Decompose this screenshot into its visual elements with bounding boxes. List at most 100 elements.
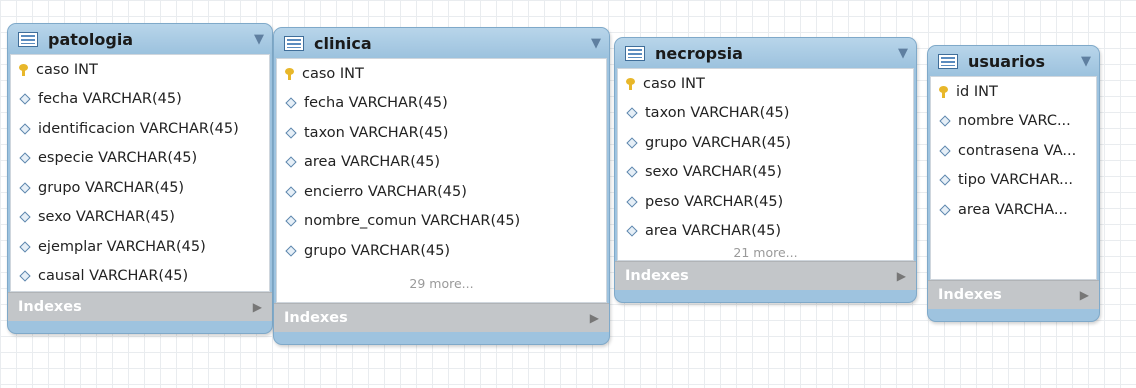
- key-icon: [285, 67, 294, 80]
- table-patologia[interactable]: patologia ▼ caso INT fecha VARCHAR(45) i…: [7, 23, 273, 334]
- dropdown-arrow-icon[interactable]: ▼: [591, 36, 601, 51]
- column-item[interactable]: area VARCHAR(45): [618, 217, 913, 247]
- column-item[interactable]: taxon VARCHAR(45): [618, 99, 913, 129]
- diamond-icon: [285, 245, 297, 257]
- indexes-section[interactable]: Indexes ▶: [615, 261, 916, 290]
- table-name: clinica: [314, 33, 372, 53]
- column-item[interactable]: id INT: [931, 77, 1096, 107]
- diamond-icon: [19, 93, 31, 105]
- column-label: nombre_comun VARCHAR(45): [304, 213, 521, 230]
- column-list: caso INT fecha VARCHAR(45) identificacio…: [10, 54, 270, 292]
- column-item[interactable]: caso INT: [11, 55, 269, 85]
- column-label: sexo VARCHAR(45): [38, 209, 175, 226]
- dropdown-arrow-icon[interactable]: ▼: [254, 32, 264, 47]
- column-item[interactable]: encierro VARCHAR(45): [277, 177, 606, 207]
- column-label: encierro VARCHAR(45): [304, 183, 467, 200]
- column-label: contrasena VA...: [958, 142, 1077, 159]
- diamond-icon: [285, 127, 297, 139]
- column-label: grupo VARCHAR(45): [645, 134, 792, 151]
- table-header[interactable]: patologia ▼: [8, 24, 272, 54]
- more-columns[interactable]: 21 more...: [618, 246, 913, 260]
- column-label: fecha VARCHAR(45): [304, 95, 448, 112]
- play-arrow-icon[interactable]: ▶: [253, 300, 262, 314]
- column-item[interactable]: especie VARCHAR(45): [11, 144, 269, 174]
- column-item[interactable]: nombre VARC...: [931, 107, 1096, 137]
- table-icon: [938, 53, 958, 69]
- table-header[interactable]: clinica ▼: [274, 28, 609, 58]
- key-icon: [939, 85, 948, 98]
- column-label: taxon VARCHAR(45): [304, 124, 449, 141]
- column-list: id INT nombre VARC... contrasena VA... t…: [930, 76, 1097, 280]
- column-label: grupo VARCHAR(45): [304, 242, 451, 259]
- diamond-icon: [626, 196, 638, 208]
- indexes-label: Indexes: [938, 286, 1002, 303]
- play-arrow-icon[interactable]: ▶: [897, 269, 906, 283]
- table-icon: [625, 45, 645, 61]
- indexes-section[interactable]: Indexes ▶: [274, 302, 609, 332]
- column-item[interactable]: fecha VARCHAR(45): [11, 85, 269, 115]
- diamond-icon: [19, 211, 31, 223]
- indexes-section[interactable]: Indexes ▶: [8, 292, 272, 321]
- diamond-icon: [19, 182, 31, 194]
- play-arrow-icon[interactable]: ▶: [590, 311, 599, 325]
- column-label: identificacion VARCHAR(45): [38, 120, 239, 137]
- column-label: area VARCHAR(45): [304, 154, 440, 171]
- diamond-icon: [939, 145, 951, 157]
- column-label: nombre VARC...: [958, 113, 1071, 130]
- column-label: caso INT: [643, 75, 705, 92]
- column-item[interactable]: peso VARCHAR(45): [618, 187, 913, 217]
- column-list: caso INT taxon VARCHAR(45) grupo VARCHAR…: [617, 68, 914, 261]
- diamond-icon: [626, 225, 638, 237]
- indexes-label: Indexes: [625, 268, 689, 284]
- table-name: usuarios: [968, 51, 1045, 71]
- column-label: area VARCHAR(45): [645, 223, 781, 240]
- column-label: grupo VARCHAR(45): [38, 179, 185, 196]
- column-label: sexo VARCHAR(45): [645, 164, 782, 181]
- table-usuarios[interactable]: usuarios ▼ id INT nombre VARC... contras…: [927, 45, 1100, 322]
- diamond-icon: [19, 241, 31, 253]
- column-item[interactable]: identificacion VARCHAR(45): [11, 114, 269, 144]
- table-necropsia[interactable]: necropsia ▼ caso INT taxon VARCHAR(45) g…: [614, 37, 917, 303]
- dropdown-arrow-icon[interactable]: ▼: [898, 46, 908, 61]
- more-columns[interactable]: 29 more...: [277, 266, 606, 302]
- diamond-icon: [285, 215, 297, 227]
- diamond-icon: [939, 115, 951, 127]
- diamond-icon: [626, 107, 638, 119]
- column-item[interactable]: nombre_comun VARCHAR(45): [277, 207, 606, 237]
- indexes-section[interactable]: Indexes ▶: [928, 279, 1099, 309]
- column-label: id INT: [956, 83, 998, 100]
- indexes-label: Indexes: [284, 309, 348, 326]
- diamond-icon: [285, 97, 297, 109]
- column-item[interactable]: caso INT: [277, 59, 606, 89]
- column-item[interactable]: fecha VARCHAR(45): [277, 89, 606, 119]
- column-label: peso VARCHAR(45): [645, 193, 784, 210]
- diamond-icon: [939, 174, 951, 186]
- column-item[interactable]: caso INT: [618, 69, 913, 99]
- table-header[interactable]: necropsia ▼: [615, 38, 916, 68]
- diamond-icon: [19, 123, 31, 135]
- table-clinica[interactable]: clinica ▼ caso INT fecha VARCHAR(45) tax…: [273, 27, 610, 345]
- dropdown-arrow-icon[interactable]: ▼: [1081, 54, 1091, 69]
- column-item[interactable]: tipo VARCHAR...: [931, 166, 1096, 196]
- column-label: tipo VARCHAR...: [958, 172, 1073, 189]
- column-label: area VARCHA...: [958, 201, 1068, 218]
- column-item[interactable]: grupo VARCHAR(45): [11, 173, 269, 203]
- column-item[interactable]: grupo VARCHAR(45): [618, 128, 913, 158]
- column-item[interactable]: contrasena VA...: [931, 136, 1096, 166]
- column-item[interactable]: sexo VARCHAR(45): [11, 203, 269, 233]
- column-label: ejemplar VARCHAR(45): [38, 238, 206, 255]
- column-label: caso INT: [302, 65, 364, 82]
- diamond-icon: [19, 152, 31, 164]
- column-item[interactable]: taxon VARCHAR(45): [277, 118, 606, 148]
- column-item[interactable]: grupo VARCHAR(45): [277, 236, 606, 266]
- column-item[interactable]: ejemplar VARCHAR(45): [11, 232, 269, 262]
- table-header[interactable]: usuarios ▼: [928, 46, 1099, 76]
- column-item[interactable]: causal VARCHAR(45): [11, 262, 269, 292]
- column-item[interactable]: area VARCHAR(45): [277, 148, 606, 178]
- column-item[interactable]: area VARCHA...: [931, 195, 1096, 225]
- column-item[interactable]: sexo VARCHAR(45): [618, 158, 913, 188]
- play-arrow-icon[interactable]: ▶: [1080, 288, 1089, 302]
- column-label: taxon VARCHAR(45): [645, 105, 790, 122]
- diamond-icon: [626, 166, 638, 178]
- column-label: causal VARCHAR(45): [38, 268, 189, 285]
